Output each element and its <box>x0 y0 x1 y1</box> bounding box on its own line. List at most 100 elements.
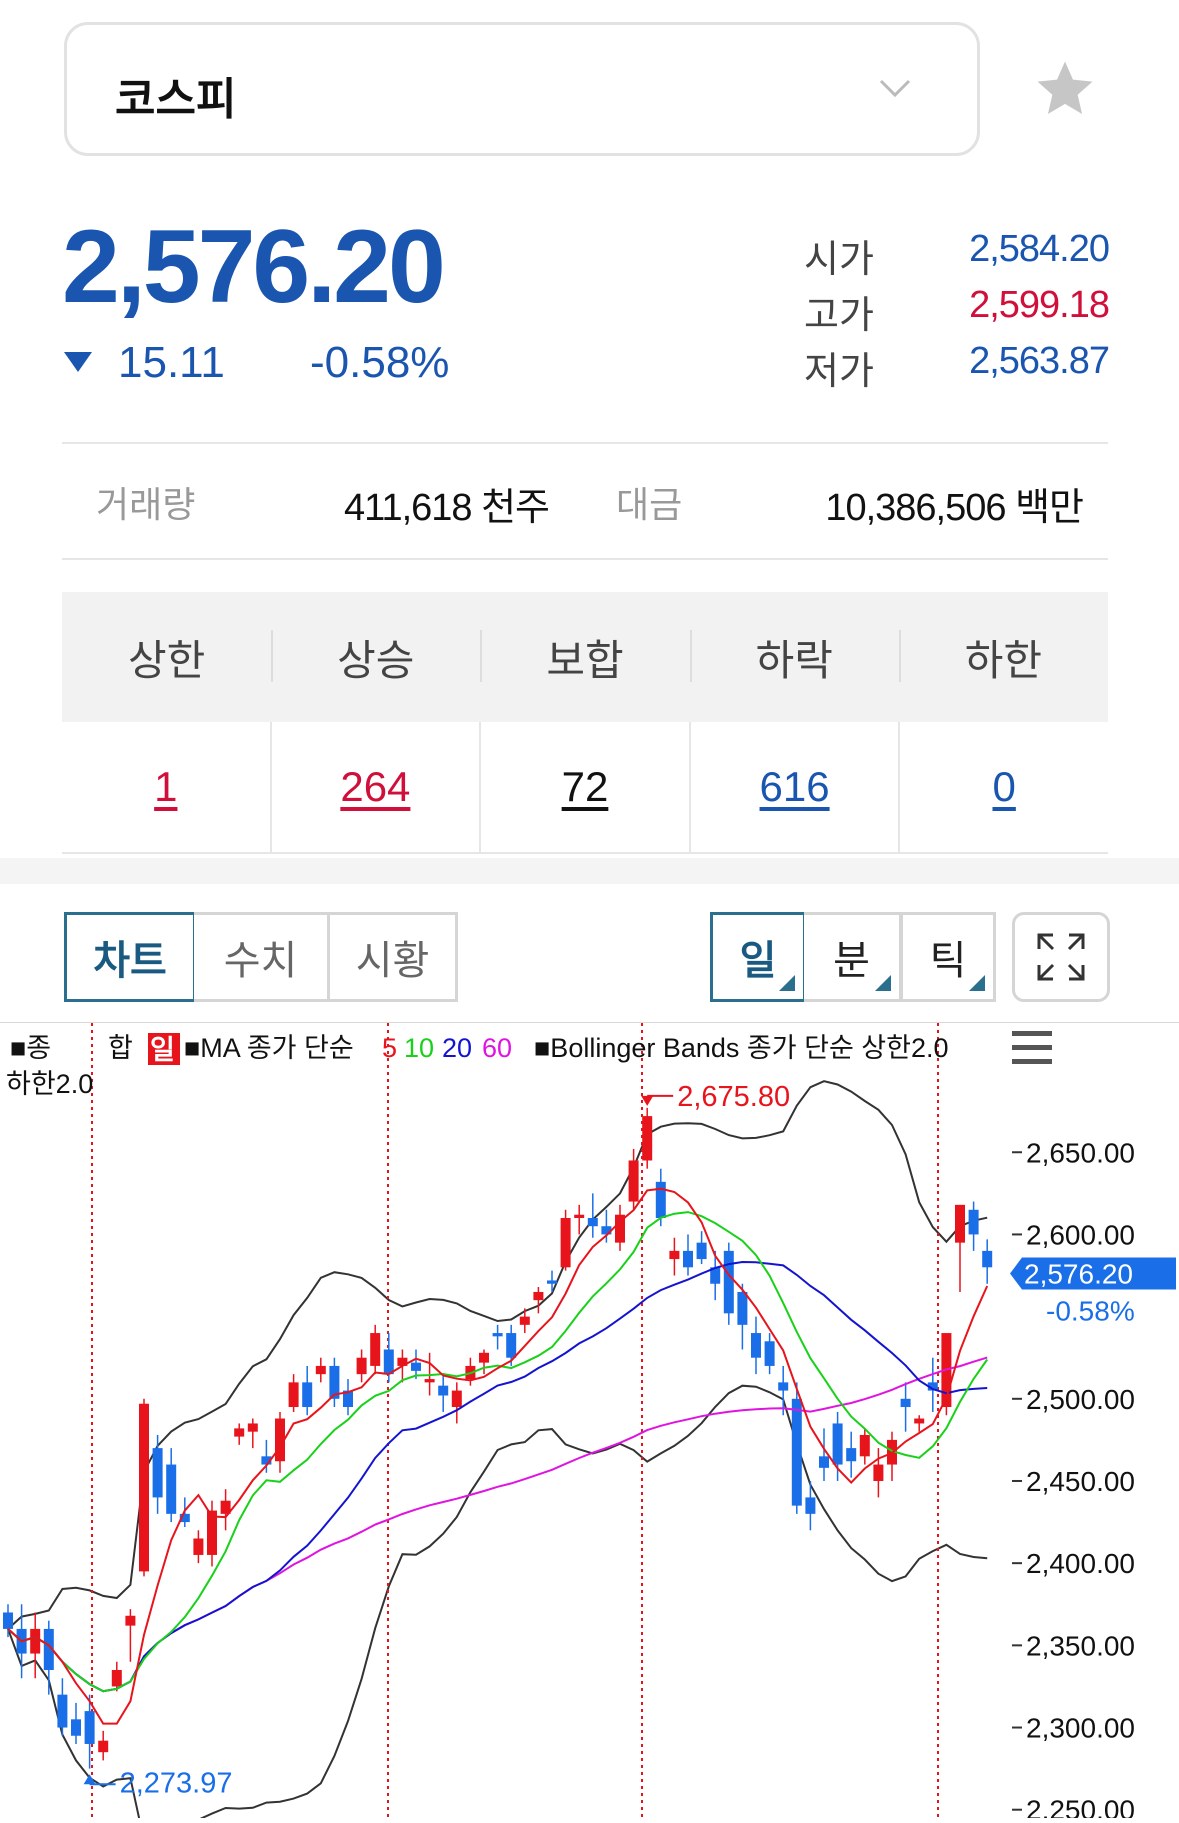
candle-body <box>139 1403 149 1572</box>
breadth-header-unchanged: 보합 <box>480 592 689 722</box>
y-axis-tick-label: 2,300.00 <box>1026 1713 1135 1744</box>
star-icon[interactable] <box>1032 56 1098 122</box>
candle-body <box>247 1423 258 1432</box>
candle-body <box>424 1379 435 1383</box>
candle-body <box>125 1615 136 1626</box>
breadth-header-row: 상한 상승 보합 하락 하한 <box>62 592 1108 722</box>
period-day-button[interactable]: 일 <box>710 912 806 1002</box>
candle-body <box>764 1341 775 1366</box>
candle-body <box>982 1250 993 1268</box>
candle-body <box>411 1362 421 1371</box>
candle-body <box>900 1398 911 1408</box>
breadth-decline-link[interactable]: 616 <box>760 763 830 811</box>
tab-market[interactable]: 시황 <box>328 912 458 1002</box>
legend-ma20: 20 <box>442 1033 472 1063</box>
candle-body <box>98 1740 109 1753</box>
ma60-line <box>7 1356 988 1693</box>
open-value: 2,584.20 <box>969 228 1110 270</box>
legend-series-2: 합 <box>108 1033 133 1063</box>
period-tick-button[interactable]: 틱 <box>900 912 996 1002</box>
last-change-text: -0.58% <box>1046 1296 1135 1327</box>
candle-body <box>315 1365 326 1375</box>
candle-body <box>873 1464 884 1481</box>
candlestick-chart: 2,650.00 2,600.00 2,500.00 2,450.00 2,400.00… <box>3 1023 1176 1823</box>
section-gap <box>0 858 1179 884</box>
chevron-down-icon <box>879 79 911 98</box>
candle-body <box>166 1464 177 1514</box>
candle-body <box>819 1456 829 1468</box>
divider <box>62 442 1108 444</box>
period-day-label: 일 <box>739 939 777 983</box>
triangle-down-icon <box>64 352 92 372</box>
candle-body <box>574 1214 585 1218</box>
candle-body <box>859 1434 870 1457</box>
candle-body <box>57 1694 68 1728</box>
corner-indicator <box>875 975 891 991</box>
y-axis-tick-label: 2,450.00 <box>1026 1466 1135 1497</box>
candle-body <box>479 1352 489 1363</box>
legend-bollinger-2: 하한2.0 <box>6 1069 93 1099</box>
candle-body <box>696 1242 707 1260</box>
amount-label: 대금 <box>616 484 683 525</box>
low-label: 저가 <box>804 351 874 393</box>
menu-icon[interactable] <box>1012 1031 1052 1064</box>
low-value: 2,563.87 <box>969 340 1110 382</box>
period-minute-label: 분 <box>833 939 870 983</box>
candle-body <box>737 1291 748 1325</box>
tab-chart[interactable]: 차트 <box>64 912 196 1002</box>
fullscreen-button[interactable] <box>1012 912 1110 1002</box>
low-annotation: 2,273.97 <box>120 1767 233 1799</box>
candle-body <box>451 1390 462 1408</box>
legend-ma: ■MA 종가 단순 <box>184 1033 354 1063</box>
candle-body <box>547 1280 557 1284</box>
candle-body <box>492 1333 503 1337</box>
breadth-value-row: 1 264 72 616 0 <box>62 722 1108 854</box>
legend-period: 일 <box>150 1035 175 1065</box>
legend-ma5: 5 <box>382 1033 397 1063</box>
market-breadth-table: 상한 상승 보합 하락 하한 1 264 72 616 0 <box>62 592 1108 854</box>
y-axis-tick-label: 2,500.00 <box>1026 1384 1135 1415</box>
price-chart[interactable]: 2,650.00 2,600.00 2,500.00 2,450.00 2,400.00… <box>0 1022 1179 1823</box>
corner-indicator <box>779 975 795 991</box>
period-minute-button[interactable]: 분 <box>804 912 902 1002</box>
legend-bollinger: ■Bollinger Bands 종가 단순 상한2.0 <box>534 1033 949 1063</box>
legend-ma10: 10 <box>404 1033 434 1063</box>
candle-body <box>383 1349 394 1375</box>
candle-body <box>669 1250 680 1260</box>
bollinger-upper-line <box>7 1080 988 1630</box>
candle-body <box>84 1711 95 1744</box>
breadth-header-decline: 하락 <box>689 592 899 722</box>
market-selector[interactable]: 코스피 <box>64 22 980 156</box>
candle-body <box>968 1209 979 1235</box>
candle-body <box>655 1181 666 1218</box>
breadth-upper-limit-link[interactable]: 1 <box>154 763 177 811</box>
candle-body <box>519 1316 530 1325</box>
breadth-header-lower-limit: 하한 <box>898 592 1108 722</box>
volume-label: 거래량 <box>96 484 196 525</box>
candle-body <box>533 1291 544 1301</box>
y-axis-tick-label: 2,650.00 <box>1026 1137 1135 1168</box>
candle-body <box>914 1418 925 1424</box>
price-change: 15.11 <box>118 338 225 387</box>
high-value: 2,599.18 <box>969 284 1110 326</box>
candle-body <box>71 1719 81 1736</box>
corner-indicator <box>969 975 985 991</box>
candle-body <box>751 1333 761 1358</box>
tab-numeric[interactable]: 수치 <box>194 912 330 1002</box>
breadth-lower-limit-link[interactable]: 0 <box>992 763 1015 811</box>
candle-body <box>506 1333 517 1358</box>
low-marker <box>83 1774 96 1785</box>
breadth-advance-link[interactable]: 264 <box>340 763 410 811</box>
candle-body <box>778 1382 789 1391</box>
candle-body <box>805 1497 816 1514</box>
candle-body <box>642 1116 653 1161</box>
breadth-unchanged-link[interactable]: 72 <box>562 763 609 811</box>
candle-body <box>438 1385 449 1396</box>
amount-value: 10,386,506 백만 <box>825 487 1084 529</box>
price-change-pct: -0.58% <box>310 338 450 387</box>
candle-body <box>560 1217 571 1268</box>
candle-body <box>30 1628 41 1654</box>
legend-series: ■종 <box>10 1033 51 1063</box>
current-price: 2,576.20 <box>62 209 446 325</box>
candle-body <box>846 1448 857 1462</box>
